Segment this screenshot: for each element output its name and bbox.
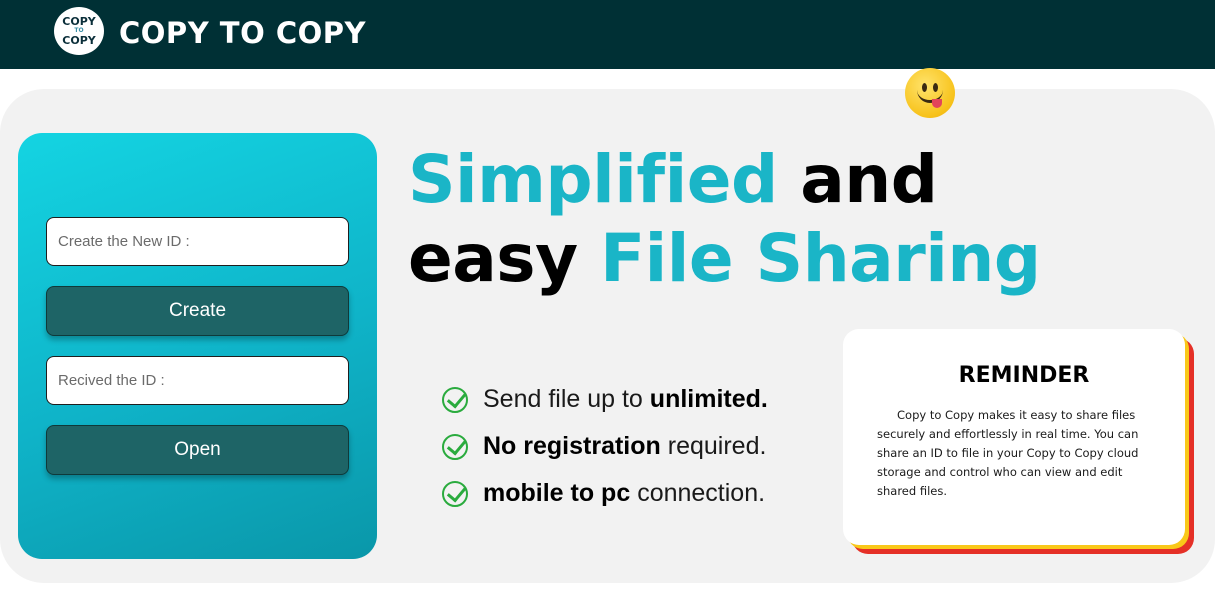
feature-item-mobile-to-pc: mobile to pc connection. xyxy=(442,470,768,517)
feature-text: connection. xyxy=(637,479,766,507)
check-circle-icon xyxy=(442,433,468,460)
feature-bold: unlimited. xyxy=(649,385,768,413)
hero-text-and: and xyxy=(777,141,938,218)
check-circle-icon xyxy=(442,386,468,413)
reminder-title: REMINDER xyxy=(958,363,1090,388)
feature-item-no-registration: No registration required. xyxy=(442,423,768,470)
feature-text: Send file up to xyxy=(483,385,643,413)
open-button[interactable]: Open xyxy=(46,425,349,475)
hero-accent-file-sharing: File Sharing xyxy=(600,220,1041,297)
hero-line-1: Simplified and xyxy=(408,140,1041,219)
check-circle-icon xyxy=(442,480,468,507)
feature-bold: mobile to pc xyxy=(483,479,631,507)
hero-text-easy: easy xyxy=(408,220,601,297)
emoji-tongue xyxy=(932,99,942,108)
copy-to-copy-logo[interactable]: COPY TO COPY xyxy=(54,7,104,55)
create-button[interactable]: Create xyxy=(46,286,349,336)
new-id-input[interactable] xyxy=(46,217,349,266)
tongue-out-smiley-icon xyxy=(905,68,955,118)
hero-accent-simplified: Simplified xyxy=(408,141,778,218)
feature-item-unlimited: Send file up to unlimited. xyxy=(442,376,768,423)
logo-text-bottom: COPY xyxy=(62,34,96,47)
feature-text: required. xyxy=(667,432,767,460)
top-navbar: COPY TO COPY COPY TO COPY xyxy=(0,0,1215,69)
logo-text-top: COPY xyxy=(62,15,96,28)
reminder-body: Copy to Copy makes it easy to share file… xyxy=(877,408,1139,498)
reminder-card: REMINDER Copy to Copy makes it easy to s… xyxy=(843,329,1185,545)
received-id-input[interactable] xyxy=(46,356,349,405)
feature-list: Send file up to unlimited. No registrati… xyxy=(442,376,768,517)
brand-name[interactable]: COPY TO COPY xyxy=(119,16,366,50)
hero-headline: Simplified and easy File Sharing xyxy=(408,140,1041,298)
hero-line-2: easy File Sharing xyxy=(408,219,1041,298)
id-form-panel xyxy=(18,133,377,559)
feature-bold: No registration xyxy=(483,432,661,460)
